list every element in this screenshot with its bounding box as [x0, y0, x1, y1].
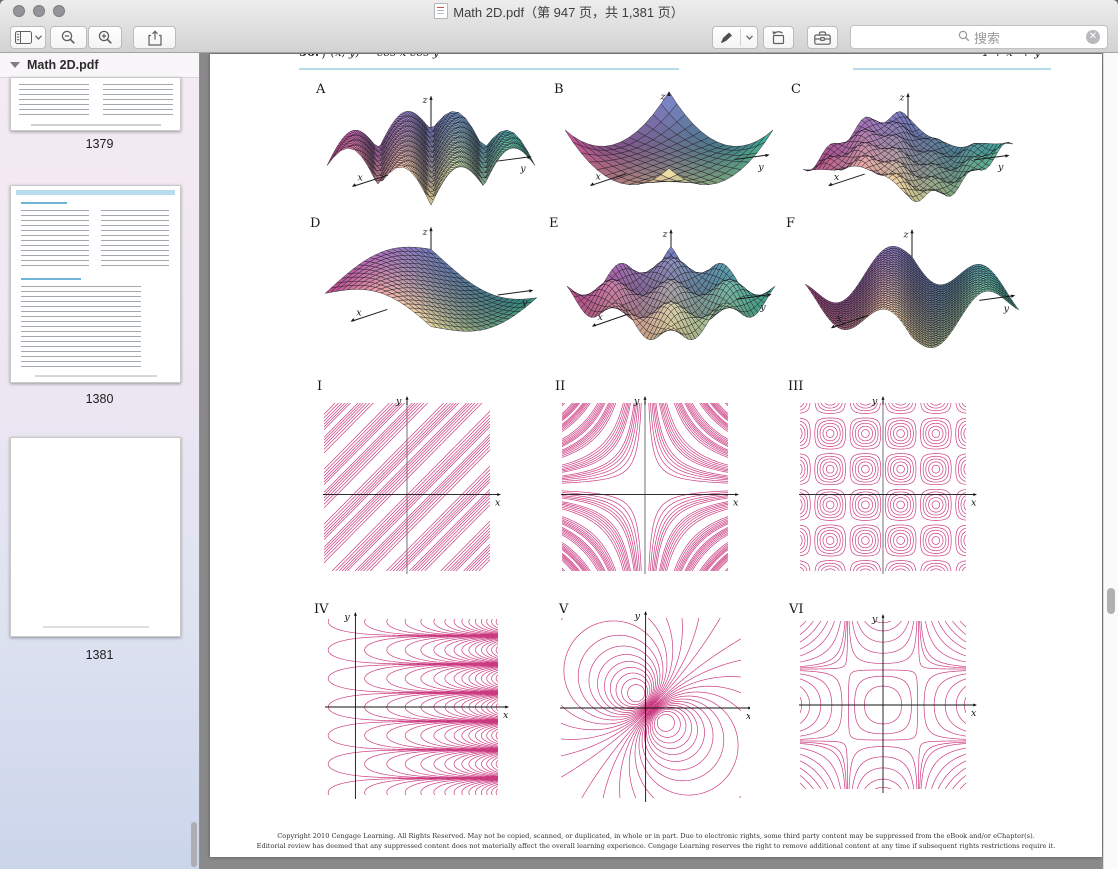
thumbnail-page-number: 1380	[0, 392, 199, 406]
thumbnail-blue-heading	[21, 202, 67, 204]
page-thumbnail-1379[interactable]	[10, 77, 181, 131]
answer-rule-right	[853, 68, 1051, 70]
search-input[interactable]: 搜索 ✕	[850, 25, 1108, 49]
rotate-left-icon	[770, 30, 787, 45]
exercise-left-fragment: f (x, y) = cos x cos y	[323, 54, 440, 59]
surface-label-f: F	[786, 216, 795, 231]
surface-plot-f	[796, 223, 1028, 360]
thumbnail-content	[101, 210, 169, 270]
surface-plot-a	[318, 90, 544, 216]
sidebar-toggle-button[interactable]	[10, 26, 46, 49]
contour-label-iii: III	[788, 379, 803, 394]
toolbox-icon	[814, 31, 831, 45]
share-icon	[148, 30, 162, 46]
contour-plot-iii	[796, 394, 986, 586]
clipped-exercise-row: 56. f (x, y) = cos x cos y 1 + x² + y²	[210, 54, 1102, 59]
vertical-scrollbar-track[interactable]	[1103, 53, 1118, 869]
preview-window: Math 2D.pdf（第 947 页，共 1,381 页）	[0, 0, 1118, 869]
copyright-line-2: Editorial review has deemed that any sup…	[210, 841, 1102, 851]
thumbnail-footer-line	[35, 375, 157, 377]
magnifier-minus-icon	[61, 30, 76, 45]
sidebar-document-header[interactable]: Math 2D.pdf	[0, 53, 199, 78]
contour-label-i: I	[317, 379, 322, 394]
sidebar-doc-title: Math 2D.pdf	[27, 58, 99, 72]
exercise-number: 56.	[299, 54, 319, 59]
pdf-proxy-icon	[434, 3, 448, 19]
contour-plot-iv	[322, 610, 512, 806]
pdf-content-area: 56. f (x, y) = cos x cos y 1 + x² + y² A…	[200, 53, 1118, 869]
thumbnail-blue-band	[16, 190, 175, 195]
surface-plot-d	[316, 221, 546, 352]
clear-search-button[interactable]: ✕	[1086, 30, 1100, 44]
contour-label-ii: II	[555, 379, 565, 394]
markup-toolbar-button[interactable]	[807, 26, 838, 49]
window-title-text: Math 2D.pdf（第 947 页，共 1,381 页）	[453, 5, 683, 20]
thumbnail-blue-heading	[21, 278, 81, 280]
search-placeholder: 搜索	[974, 28, 1000, 47]
thumbnail-sidebar: Math 2D.pdf 1379 1380 1381	[0, 53, 200, 869]
window-title: Math 2D.pdf（第 947 页，共 1,381 页）	[0, 3, 1118, 19]
thumbnail-content	[21, 286, 141, 370]
window-chrome: Math 2D.pdf（第 947 页，共 1,381 页）	[0, 0, 1118, 53]
disclosure-triangle-icon[interactable]	[10, 62, 20, 68]
copyright-line-1: Copyright 2010 Cengage Learning. All Rig…	[210, 831, 1102, 841]
thumbnail-content	[103, 84, 173, 118]
surface-plot-e	[558, 223, 784, 358]
thumbnail-page-number: 1379	[0, 137, 199, 151]
sidebar-panel-icon	[15, 31, 32, 44]
thumbnail-content	[21, 210, 89, 270]
exercise-right-fragment: 1 + x² + y²	[982, 54, 1045, 59]
contour-plot-vi	[796, 612, 986, 804]
contour-plot-ii	[558, 394, 748, 586]
thumbnail-footer-line	[43, 626, 149, 628]
thumbnail-page-number: 1381	[0, 648, 199, 662]
share-button[interactable]	[133, 26, 176, 49]
magnifier-icon	[958, 30, 970, 45]
copyright-notice: Copyright 2010 Cengage Learning. All Rig…	[210, 831, 1102, 851]
contour-plot-v	[558, 610, 750, 806]
rotate-left-button[interactable]	[763, 26, 794, 49]
page-thumbnail-1381[interactable]	[10, 437, 181, 637]
chevron-down-icon	[35, 35, 42, 40]
pdf-page: 56. f (x, y) = cos x cos y 1 + x² + y² A…	[210, 54, 1102, 857]
chevron-down-icon[interactable]	[741, 35, 757, 40]
markup-pen-icon	[713, 31, 740, 45]
page-thumbnail-1380[interactable]	[10, 185, 181, 383]
vertical-scrollbar-thumb[interactable]	[1107, 588, 1115, 614]
sidebar-scrollbar-thumb[interactable]	[191, 822, 197, 867]
main-area: Math 2D.pdf 1379 1380 1381	[0, 53, 1118, 869]
answer-rule-left	[299, 68, 679, 70]
thumbnail-content	[19, 84, 89, 118]
zoom-out-button[interactable]	[50, 26, 87, 49]
zoom-in-button[interactable]	[88, 26, 122, 49]
thumbnail-footer-line	[31, 124, 161, 126]
surface-plot-b	[556, 86, 782, 216]
contour-plot-i	[320, 394, 510, 586]
markup-button-group[interactable]	[712, 26, 758, 49]
surface-plot-c	[794, 87, 1022, 216]
magnifier-plus-icon	[98, 30, 113, 45]
